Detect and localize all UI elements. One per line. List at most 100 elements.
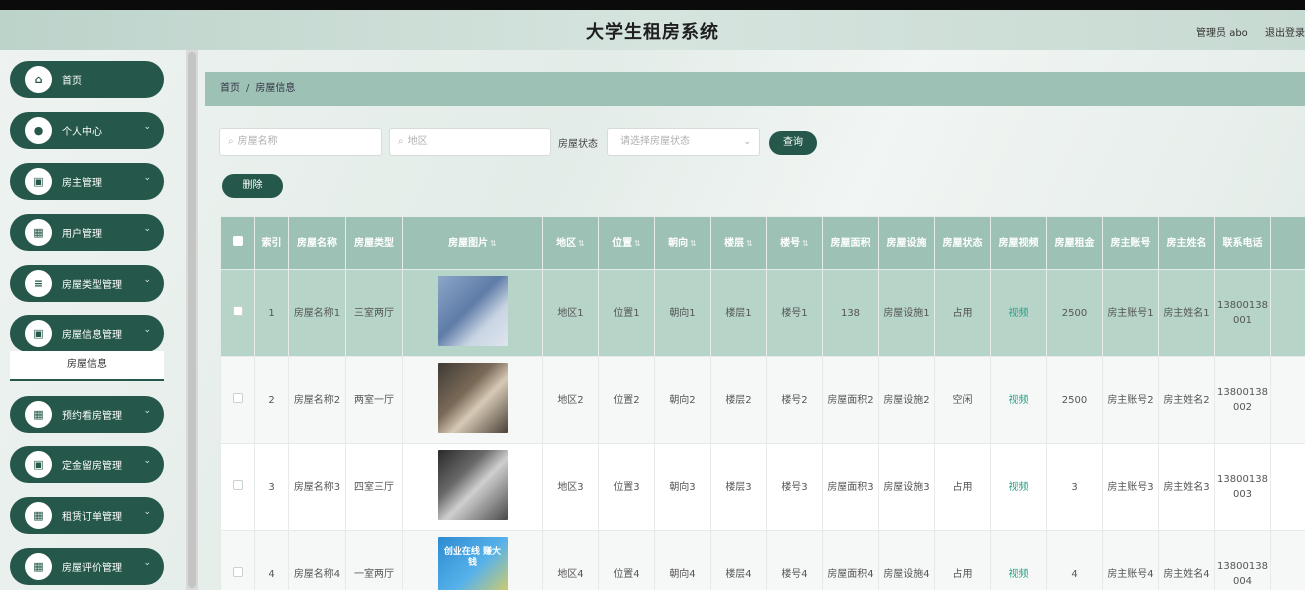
row-checkbox[interactable] bbox=[232, 566, 243, 577]
row-checkbox[interactable] bbox=[232, 392, 243, 403]
cell-owner-name: 房主姓名2 bbox=[1158, 356, 1215, 444]
chevron-down-icon: ⌄ bbox=[143, 325, 151, 335]
column-header[interactable]: 楼层 ⇅ bbox=[710, 216, 767, 270]
sidebar-item-house-review-management[interactable]: ▦ 房屋评价管理 ⌄ bbox=[10, 548, 164, 585]
sidebar-item-label: 房屋类型管理 bbox=[62, 280, 122, 291]
sort-icon[interactable]: ⇅ bbox=[490, 239, 497, 248]
sidebar-item-label: 用户管理 bbox=[62, 229, 102, 240]
sort-icon[interactable]: ⇅ bbox=[634, 239, 641, 248]
cell-image bbox=[402, 443, 543, 531]
cell-building: 楼号4 bbox=[766, 530, 823, 590]
search-icon: ⌕ bbox=[398, 136, 404, 147]
column-header[interactable]: 房屋面积 bbox=[822, 216, 879, 270]
row-checkbox[interactable] bbox=[232, 305, 243, 316]
sort-icon[interactable]: ⇅ bbox=[746, 239, 753, 248]
cell-facilities: 房屋设施2 bbox=[878, 356, 935, 444]
sidebar-item-home[interactable]: ⌂ 首页 bbox=[10, 61, 164, 98]
cell-name: 房屋名称4 bbox=[288, 530, 346, 590]
column-header[interactable]: 联系电话 bbox=[1214, 216, 1271, 270]
column-header[interactable]: 房屋设施 bbox=[878, 216, 935, 270]
table-row[interactable]: 4 房屋名称4 一室两厅 创业在线 赚大钱 地区4 位置4 朝向4 楼层4 楼号… bbox=[220, 530, 1305, 590]
sidebar-item-user-management[interactable]: ▦ 用户管理 ⌄ bbox=[10, 214, 164, 251]
cell-area: 地区4 bbox=[542, 530, 599, 590]
cell-index: 3 bbox=[254, 443, 289, 531]
cell-area: 地区2 bbox=[542, 356, 599, 444]
main-content: 首页 / 房屋信息 ⌕ 房屋名称 ⌕ 地区 房屋状态 请选择房屋状态 ⌄ 查询 删除 索… bbox=[198, 50, 1305, 590]
column-header[interactable]: 房屋名称 bbox=[288, 216, 346, 270]
breadcrumb-current: 房屋信息 bbox=[255, 83, 296, 94]
column-header[interactable]: 房屋租金 bbox=[1046, 216, 1103, 270]
search-button[interactable]: 查询 bbox=[769, 131, 817, 155]
delete-button[interactable]: 删除 bbox=[222, 174, 283, 198]
table-row[interactable]: 2 房屋名称2 两室一厅 地区2 位置2 朝向2 楼层2 楼号2 房屋面积2 房… bbox=[220, 356, 1305, 444]
cell-phone: 13800138001 bbox=[1214, 269, 1271, 357]
house-image[interactable] bbox=[437, 275, 508, 346]
cell-name: 房屋名称2 bbox=[288, 356, 346, 444]
sidebar-item-label: 租赁订单管理 bbox=[62, 512, 122, 523]
logout-link[interactable]: 退出登录 bbox=[1265, 28, 1305, 39]
chevron-down-icon: ⌄ bbox=[143, 275, 151, 285]
select-all-cell[interactable] bbox=[220, 216, 255, 270]
sidebar-item-label: 房主管理 bbox=[62, 178, 102, 189]
house-name-placeholder: 房屋名称 bbox=[237, 136, 278, 147]
cell-building: 楼号1 bbox=[766, 269, 823, 357]
grid-icon: ▦ bbox=[25, 401, 52, 428]
column-header[interactable]: 房屋类型 bbox=[345, 216, 403, 270]
table-row[interactable]: 3 房屋名称3 四室三厅 地区3 位置3 朝向3 楼层3 楼号3 房屋面积3 房… bbox=[220, 443, 1305, 531]
column-header[interactable]: 房屋图片 ⇅ bbox=[402, 216, 543, 270]
cell-orientation: 朝向3 bbox=[654, 443, 711, 531]
cell-owner-account: 房主账号3 bbox=[1102, 443, 1159, 531]
sort-icon[interactable]: ⇅ bbox=[802, 239, 809, 248]
column-header[interactable]: 房屋视频 bbox=[990, 216, 1047, 270]
cell-area: 地区3 bbox=[542, 443, 599, 531]
cell-type: 三室两厅 bbox=[345, 269, 403, 357]
cell-owner-account: 房主账号2 bbox=[1102, 356, 1159, 444]
area-placeholder: 地区 bbox=[407, 136, 428, 147]
sidebar-item-rental-order-management[interactable]: ▦ 租赁订单管理 ⌄ bbox=[10, 497, 164, 534]
column-header[interactable]: 地区 ⇅ bbox=[542, 216, 599, 270]
cell-status: 空闲 bbox=[934, 356, 991, 444]
cell-type: 一室两厅 bbox=[345, 530, 403, 590]
sidebar-scrollbar-thumb[interactable] bbox=[188, 52, 196, 588]
cell-location: 位置2 bbox=[598, 356, 655, 444]
sidebar-item-house-type-management[interactable]: ≡ 房屋类型管理 ⌄ bbox=[10, 265, 164, 302]
cell-floor: 楼层2 bbox=[710, 356, 767, 444]
house-status-select[interactable]: 请选择房屋状态 ⌄ bbox=[607, 128, 760, 156]
cell-phone: 13800138003 bbox=[1214, 443, 1271, 531]
area-search-input[interactable]: ⌕ 地区 bbox=[389, 128, 551, 156]
sort-icon[interactable]: ⇅ bbox=[690, 239, 697, 248]
cell-owner-account: 房主账号4 bbox=[1102, 530, 1159, 590]
column-header[interactable]: 房屋状态 bbox=[934, 216, 991, 270]
sidebar-item-house-info-management[interactable]: ▣ 房屋信息管理 ⌄ bbox=[10, 315, 164, 352]
sidebar-item-label: 定金留房管理 bbox=[62, 461, 122, 472]
column-header[interactable]: 朝向 ⇅ bbox=[654, 216, 711, 270]
poster-text: 创业在线 赚大钱 bbox=[443, 546, 502, 568]
house-info-table: 索引 房屋名称 房屋类型 房屋图片 ⇅ 地区 ⇅ 位置 ⇅ 朝向 ⇅ 楼层 ⇅ 楼号 ⇅ 房… bbox=[220, 216, 1305, 590]
column-header[interactable]: 位置 ⇅ bbox=[598, 216, 655, 270]
column-header[interactable]: 房主姓名 bbox=[1158, 216, 1215, 270]
sidebar-subitem-house-info[interactable]: 房屋信息 bbox=[10, 351, 164, 381]
chevron-down-icon: ⌄ bbox=[143, 507, 151, 517]
breadcrumb-home[interactable]: 首页 bbox=[220, 83, 240, 94]
sidebar-item-landlord-management[interactable]: ▣ 房主管理 ⌄ bbox=[10, 163, 164, 200]
sidebar-item-personal-center[interactable]: ● 个人中心 ⌄ bbox=[10, 112, 164, 149]
table-row[interactable]: 1 房屋名称1 三室两厅 地区1 位置1 朝向1 楼层1 楼号1 138 房屋设… bbox=[220, 269, 1305, 357]
video-link[interactable]: 视频 bbox=[1009, 569, 1029, 580]
cell-image bbox=[402, 356, 543, 444]
cell-orientation: 朝向1 bbox=[654, 269, 711, 357]
column-header[interactable]: 房主账号 bbox=[1102, 216, 1159, 270]
video-link[interactable]: 视频 bbox=[1009, 395, 1029, 406]
sort-icon[interactable]: ⇅ bbox=[578, 239, 585, 248]
grid-icon: ▦ bbox=[25, 219, 52, 246]
house-image[interactable] bbox=[437, 449, 508, 520]
sidebar-item-deposit-management[interactable]: ▣ 定金留房管理 ⌄ bbox=[10, 446, 164, 483]
house-image[interactable] bbox=[437, 362, 508, 433]
sidebar-item-viewing-appointment[interactable]: ▦ 预约看房管理 ⌄ bbox=[10, 396, 164, 433]
video-link[interactable]: 视频 bbox=[1009, 308, 1029, 319]
select-all-checkbox[interactable] bbox=[232, 235, 243, 246]
column-header[interactable]: 楼号 ⇅ bbox=[766, 216, 823, 270]
house-image[interactable]: 创业在线 赚大钱 bbox=[437, 536, 508, 590]
house-name-search-input[interactable]: ⌕ 房屋名称 bbox=[219, 128, 382, 156]
row-checkbox[interactable] bbox=[232, 479, 243, 490]
video-link[interactable]: 视频 bbox=[1009, 482, 1029, 493]
